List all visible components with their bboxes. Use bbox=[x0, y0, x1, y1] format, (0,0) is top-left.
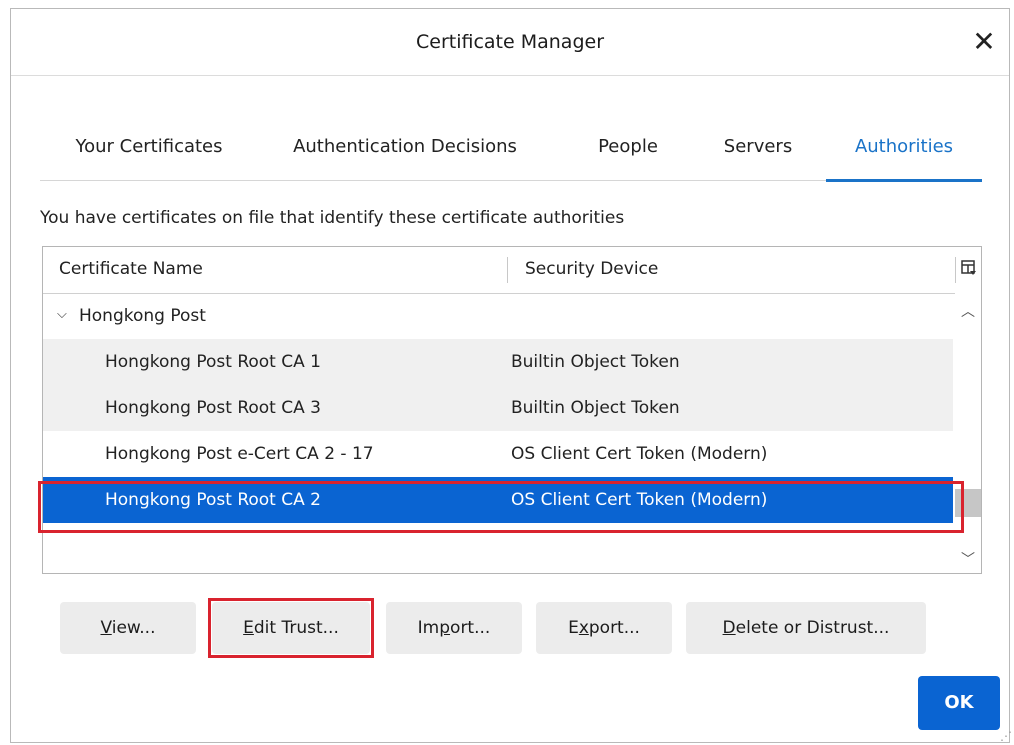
security-device: OS Client Cert Token (Modern) bbox=[511, 490, 768, 510]
resize-grip-icon[interactable]: ⋰ bbox=[998, 729, 1012, 743]
tab-servers[interactable]: Servers bbox=[716, 132, 800, 180]
tree-group-row[interactable]: ⌵ Hongkong Post bbox=[43, 293, 953, 339]
certificate-tree[interactable]: Certificate Name Security Device ⌵ Hongk… bbox=[42, 246, 982, 574]
table-row[interactable]: Hongkong Post e-Cert CA 2 - 17 OS Client… bbox=[43, 431, 953, 477]
security-device: Builtin Object Token bbox=[511, 398, 680, 418]
column-picker-icon[interactable] bbox=[961, 259, 979, 279]
edit-trust-button[interactable]: Edit Trust... bbox=[212, 602, 370, 654]
active-tab-indicator bbox=[826, 179, 982, 182]
table-row[interactable]: Hongkong Post Root CA 3 Builtin Object T… bbox=[43, 385, 953, 431]
button-label: port... bbox=[588, 618, 640, 638]
vertical-scrollbar[interactable]: ︿ ﹀ bbox=[955, 293, 981, 573]
certificate-name: Hongkong Post Root CA 2 bbox=[105, 490, 321, 510]
access-key: D bbox=[722, 618, 736, 638]
close-icon[interactable]: ✕ bbox=[969, 27, 999, 57]
certificate-name: Hongkong Post e-Cert CA 2 - 17 bbox=[105, 444, 374, 464]
export-button[interactable]: Export... bbox=[536, 602, 672, 654]
access-key: V bbox=[100, 618, 112, 638]
button-label: dit Trust... bbox=[253, 618, 339, 638]
button-label: Im bbox=[417, 618, 440, 638]
tab-label: Your Certificates bbox=[75, 136, 223, 157]
delete-or-distrust-button[interactable]: Delete or Distrust... bbox=[686, 602, 926, 654]
scrollbar-thumb[interactable] bbox=[955, 489, 981, 517]
access-key: E bbox=[243, 618, 254, 638]
tab-label: People bbox=[598, 136, 658, 157]
button-label: ort... bbox=[450, 618, 491, 638]
certificate-name: Hongkong Post Root CA 3 bbox=[105, 398, 321, 418]
group-label: Hongkong Post bbox=[79, 306, 206, 326]
tab-bar: Your Certificates Authentication Decisio… bbox=[40, 132, 982, 182]
button-label: elete or Distrust... bbox=[735, 618, 890, 638]
tab-label: Servers bbox=[723, 136, 793, 157]
scroll-down-icon[interactable]: ﹀ bbox=[955, 549, 981, 569]
authorities-description: You have certificates on file that ident… bbox=[40, 208, 625, 228]
tab-label: Authorities bbox=[854, 136, 954, 157]
button-label: E bbox=[568, 618, 579, 638]
tree-header: Certificate Name Security Device bbox=[43, 247, 981, 294]
tab-authorities[interactable]: Authorities bbox=[826, 132, 982, 182]
security-device: OS Client Cert Token (Modern) bbox=[511, 444, 768, 464]
tab-your-certificates[interactable]: Your Certificates bbox=[74, 132, 224, 180]
table-row-selected[interactable]: Hongkong Post Root CA 2 OS Client Cert T… bbox=[43, 477, 953, 523]
title-bar: Certificate Manager ✕ bbox=[11, 9, 1009, 76]
security-device: Builtin Object Token bbox=[511, 352, 680, 372]
column-separator[interactable] bbox=[507, 257, 508, 283]
view-button[interactable]: View... bbox=[60, 602, 196, 654]
chevron-down-icon[interactable]: ⌵ bbox=[57, 307, 67, 322]
access-key: p bbox=[439, 618, 451, 638]
button-label: iew... bbox=[111, 618, 156, 638]
ok-button[interactable]: OK bbox=[918, 676, 1000, 730]
tab-authentication-decisions[interactable]: Authentication Decisions bbox=[286, 132, 524, 180]
tab-label: Authentication Decisions bbox=[293, 136, 517, 157]
scroll-up-icon[interactable]: ︿ bbox=[955, 301, 981, 321]
column-header-certificate-name[interactable]: Certificate Name bbox=[59, 259, 203, 279]
dialog-title: Certificate Manager bbox=[415, 31, 604, 53]
import-button[interactable]: Import... bbox=[386, 602, 522, 654]
certificate-name: Hongkong Post Root CA 1 bbox=[105, 352, 321, 372]
access-key: x bbox=[578, 618, 589, 638]
tab-people[interactable]: People bbox=[588, 132, 668, 180]
table-row[interactable]: Hongkong Post Root CA 1 Builtin Object T… bbox=[43, 339, 953, 385]
column-separator bbox=[955, 257, 956, 283]
column-header-security-device[interactable]: Security Device bbox=[525, 259, 658, 279]
